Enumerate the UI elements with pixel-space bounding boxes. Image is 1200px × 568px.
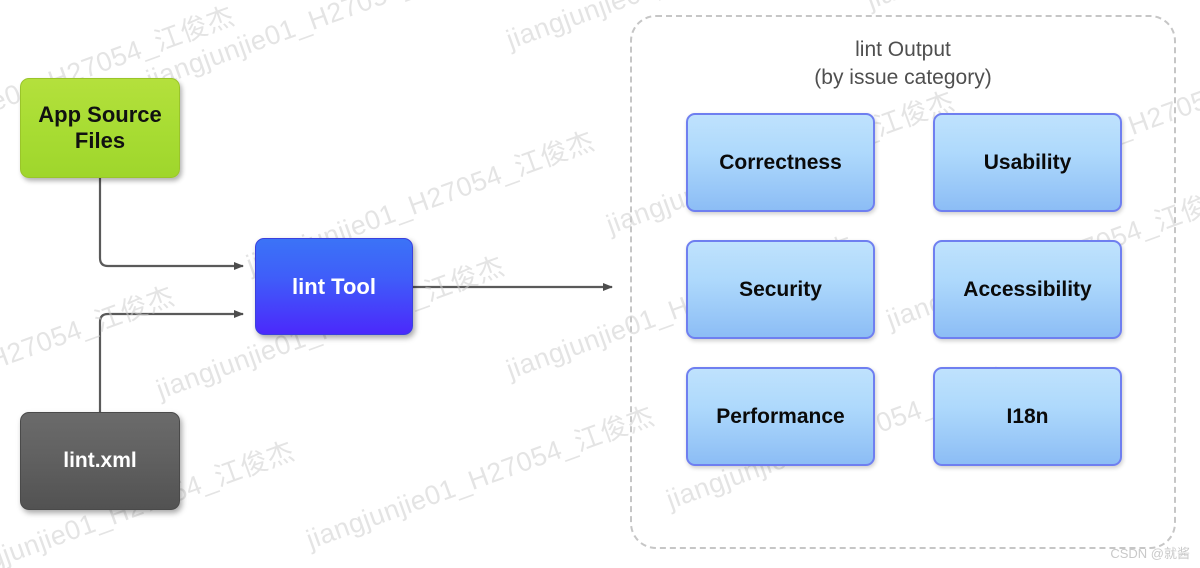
lint-output-title-line1: lint Output xyxy=(855,38,951,61)
edge-app-source-to-lint-tool xyxy=(98,178,244,270)
edge-lint-xml-to-lint-tool xyxy=(98,310,244,412)
node-app-source-files[interactable]: App Source Files xyxy=(20,78,180,178)
category-box-correctness[interactable]: Correctness xyxy=(686,113,875,212)
diagram-canvas: jiangjunjie01_H27054_江俊杰 jiangjunjie01_H… xyxy=(0,0,1200,568)
category-box-accessibility[interactable]: Accessibility xyxy=(933,240,1122,339)
node-lint-tool[interactable]: lint Tool xyxy=(255,238,413,335)
issue-category-grid: Correctness Usability Security Accessibi… xyxy=(686,113,1122,466)
category-box-security[interactable]: Security xyxy=(686,240,875,339)
category-box-usability[interactable]: Usability xyxy=(933,113,1122,212)
lint-output-title: lint Output (by issue category) xyxy=(630,36,1176,91)
category-box-performance[interactable]: Performance xyxy=(686,367,875,466)
csdn-credit: CSDN @就酱 xyxy=(1110,546,1190,561)
node-lint-xml[interactable]: lint.xml xyxy=(20,412,180,510)
lint-output-title-line2: (by issue category) xyxy=(814,65,992,89)
category-box-i18n[interactable]: I18n xyxy=(933,367,1122,466)
